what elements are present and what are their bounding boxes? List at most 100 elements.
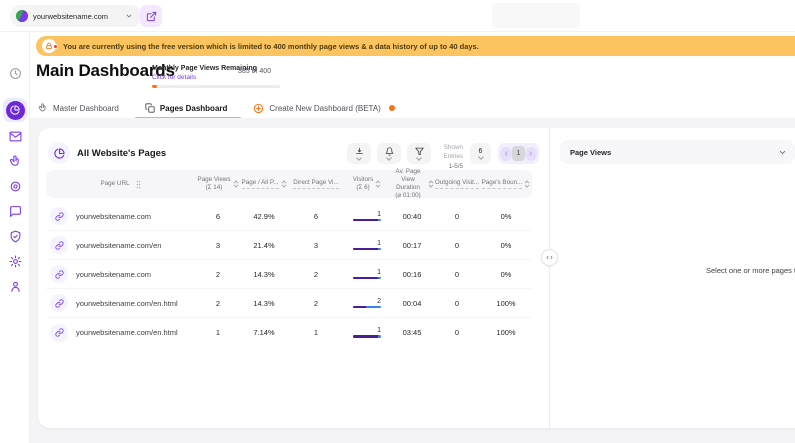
link-icon xyxy=(50,207,68,225)
free-version-banner: You are currently using the free version… xyxy=(36,36,795,56)
direct-views-value: 1 xyxy=(288,328,344,337)
page-views-section-header[interactable]: Page Views xyxy=(560,140,795,164)
visitors-bar xyxy=(353,219,381,222)
arrow-left-icon xyxy=(503,150,510,157)
sidebar-item-dashboards[interactable] xyxy=(3,98,27,122)
site-name: yourwebsitename.com xyxy=(33,12,108,21)
page-size-value: 6 xyxy=(479,148,483,155)
visitors-cell: 2 xyxy=(353,298,381,308)
duration-value: 03:45 xyxy=(390,328,434,337)
column-direct-views[interactable]: Direct Page Vi... xyxy=(288,179,344,189)
panel-resize-toggle[interactable] xyxy=(541,249,558,266)
page-views-value: 2 xyxy=(196,299,240,308)
quota-details-link[interactable]: Click for details xyxy=(152,74,196,81)
column-page-url[interactable]: Page URL xyxy=(46,180,196,189)
chevron-down-icon xyxy=(478,156,484,160)
settings-icon[interactable] xyxy=(0,255,30,268)
pages-icon xyxy=(145,103,155,113)
panel-divider xyxy=(549,128,550,428)
download-icon xyxy=(355,147,364,156)
tab-create-new-dashboard[interactable]: Create New Dashboard (BETA) xyxy=(253,103,394,114)
prev-page-button[interactable] xyxy=(500,147,512,161)
table-body: yourwebsitename.com 6 42.9% 6 1 00:40 0 … xyxy=(46,202,532,347)
target-icon[interactable] xyxy=(0,180,30,193)
plus-circle-icon xyxy=(253,103,264,114)
column-outgoing[interactable]: Outgoing Visit... xyxy=(434,179,480,189)
dashboards-icon xyxy=(6,101,25,120)
panel-title: All Website's Pages xyxy=(77,148,166,159)
mail-icon[interactable] xyxy=(0,130,30,143)
filter-button[interactable] xyxy=(407,143,431,164)
chat-icon[interactable] xyxy=(0,205,30,218)
pages-panel-icon xyxy=(48,142,70,164)
column-visitors[interactable]: Visitors(Σ 6) xyxy=(344,176,390,192)
table-row[interactable]: yourwebsitename.com/en.html 2 14.3% 2 2 … xyxy=(46,289,532,318)
sort-icon[interactable] xyxy=(233,179,239,189)
current-page[interactable]: 1 xyxy=(512,146,524,161)
table-row[interactable]: yourwebsitename.com 2 14.3% 2 1 00:16 0 … xyxy=(46,260,532,289)
table-row[interactable]: yourwebsitename.com/en 3 21.4% 3 1 00:17… xyxy=(46,231,532,260)
tab-label: Master Dashboard xyxy=(53,104,119,113)
column-bounce[interactable]: Page's Boun... xyxy=(480,179,532,189)
chevron-down-icon xyxy=(416,157,422,161)
duration-value: 00:16 xyxy=(390,270,434,279)
tab-master-dashboard[interactable]: Master Dashboard xyxy=(38,103,119,113)
quota-progress-fill xyxy=(152,85,157,88)
bounce-value: 100% xyxy=(480,299,532,308)
page-share-value: 7.14% xyxy=(240,328,288,337)
topbar: yourwebsitename.com xyxy=(0,0,795,32)
link-icon xyxy=(50,236,68,254)
column-page-share[interactable]: Page / All P... xyxy=(240,179,288,189)
visitors-value: 1 xyxy=(353,240,381,248)
export-button[interactable] xyxy=(347,143,371,164)
sort-icon[interactable] xyxy=(281,179,287,189)
outgoing-value: 0 xyxy=(434,270,480,279)
shield-check-icon[interactable] xyxy=(0,230,30,243)
pointer-icon[interactable] xyxy=(0,155,30,168)
tab-pages-dashboard[interactable]: Pages Dashboard xyxy=(145,103,228,113)
site-logo-icon xyxy=(16,10,28,22)
direct-views-value: 2 xyxy=(288,270,344,279)
bell-icon xyxy=(385,147,394,156)
next-page-button[interactable] xyxy=(525,147,537,161)
sort-icon[interactable] xyxy=(524,179,530,189)
tab-label: Create New Dashboard (BETA) xyxy=(269,104,380,113)
table-row[interactable]: yourwebsitename.com 6 42.9% 6 1 00:40 0 … xyxy=(46,202,532,231)
sidebar xyxy=(0,32,30,443)
table-header-row: Page URL Page Views(Σ 14) Page / All P..… xyxy=(46,170,532,198)
empty-state-text: Select one or more pages to view xyxy=(706,266,795,275)
bounce-value: 100% xyxy=(480,328,532,337)
sort-icon[interactable] xyxy=(375,179,381,189)
share-button[interactable] xyxy=(140,5,162,27)
column-page-views[interactable]: Page Views(Σ 14) xyxy=(196,176,240,192)
alert-dot xyxy=(53,44,58,49)
page-url: yourwebsitename.com/en xyxy=(76,241,161,250)
link-icon xyxy=(50,324,68,342)
placeholder-box xyxy=(492,3,580,28)
tab-label: Pages Dashboard xyxy=(160,104,228,113)
table-row[interactable]: yourwebsitename.com/en.html 1 7.14% 1 1 … xyxy=(46,318,532,347)
column-settings-icon[interactable] xyxy=(135,180,142,189)
history-icon[interactable] xyxy=(0,67,30,80)
link-icon xyxy=(50,294,68,312)
page-size-select[interactable]: 6 xyxy=(470,143,491,164)
visitors-value: 1 xyxy=(353,327,381,335)
page-url: yourwebsitename.com xyxy=(76,270,151,279)
page-views-value: 2 xyxy=(196,270,240,279)
shown-entries-value: 1-5/5 xyxy=(449,163,463,170)
visitors-bar xyxy=(353,248,381,251)
visitors-cell: 1 xyxy=(353,327,381,337)
external-link-icon xyxy=(146,11,157,22)
alerts-button[interactable] xyxy=(377,143,401,164)
visitors-value: 2 xyxy=(353,298,381,306)
banner-text: You are currently using the free version… xyxy=(63,42,479,51)
bounce-value: 0% xyxy=(480,212,532,221)
column-avg-duration[interactable]: Av. Page ViewDuration(⌀ 01:00) xyxy=(390,168,434,201)
user-icon[interactable] xyxy=(0,280,30,293)
outgoing-value: 0 xyxy=(434,299,480,308)
visitors-bar xyxy=(353,277,381,280)
page-share-value: 42.9% xyxy=(240,212,288,221)
site-selector[interactable]: yourwebsitename.com xyxy=(10,5,142,27)
page-share-value: 14.3% xyxy=(240,299,288,308)
visitors-value: 1 xyxy=(353,269,381,277)
